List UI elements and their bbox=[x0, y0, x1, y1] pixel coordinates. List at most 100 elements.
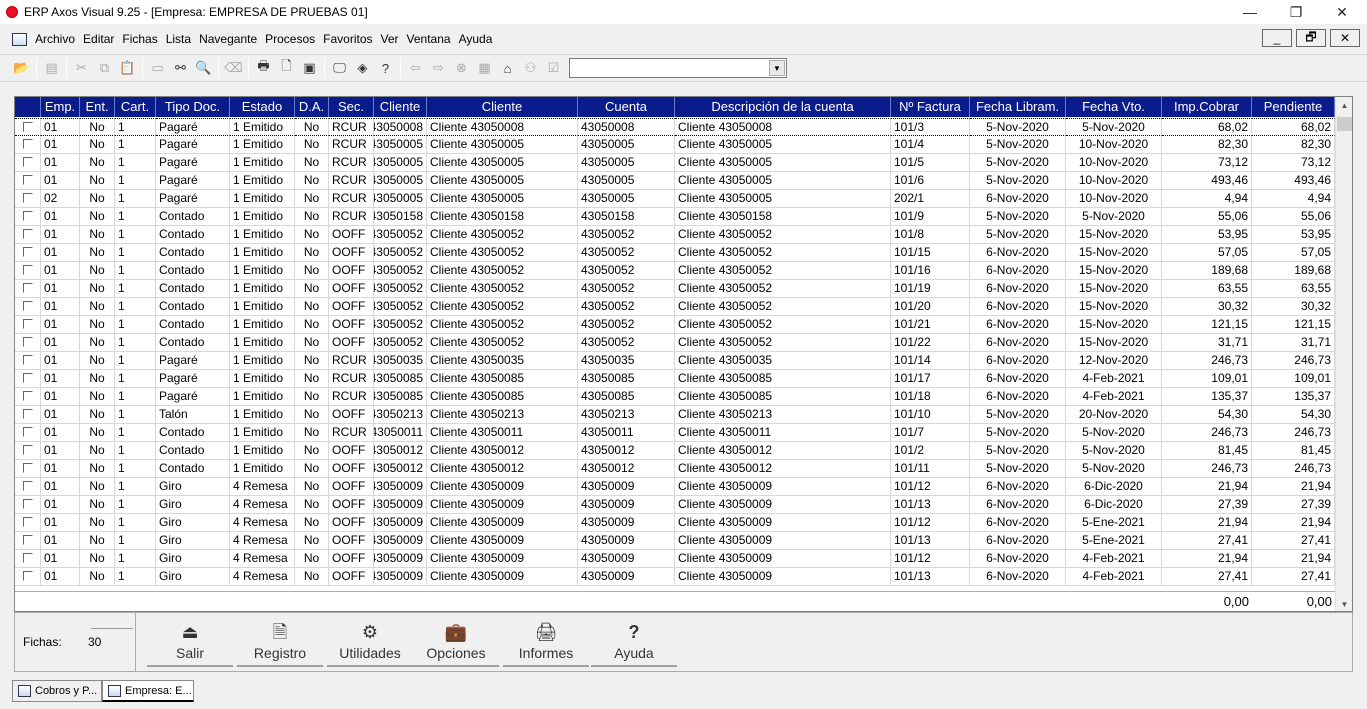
row-checkbox[interactable] bbox=[22, 175, 33, 185]
row-checkbox[interactable] bbox=[22, 535, 33, 545]
table-row[interactable]: 01 No 1 Contado 1 Emitido No OOFF 43050012 Clien… bbox=[15, 460, 1335, 478]
table-row[interactable]: 01 No 1 Giro 4 Remesa No OOFF 43050009 Cliente 4… bbox=[15, 478, 1335, 496]
table-row[interactable]: 01 No 1 Contado 1 Emitido No OOFF 43050052 Clien… bbox=[15, 298, 1335, 316]
arrow-right-icon[interactable]: ⇨ bbox=[427, 57, 450, 79]
row-checkbox[interactable] bbox=[22, 427, 33, 437]
table-row[interactable]: 01 No 1 Giro 4 Remesa No OOFF 43050009 Cliente 4… bbox=[15, 532, 1335, 550]
column-header-ent[interactable]: Ent. bbox=[80, 97, 115, 117]
table-row[interactable]: 02 No 1 Pagaré 1 Emitido No RCUR 43050005 Client… bbox=[15, 190, 1335, 208]
row-checkbox[interactable] bbox=[22, 391, 33, 401]
table-row[interactable]: 01 No 1 Pagaré 1 Emitido No RCUR 43050035 Client… bbox=[15, 352, 1335, 370]
records-grid[interactable]: Emp. Ent. Cart. Tipo Doc. Estado D.A. Sec. Clie… bbox=[14, 96, 1353, 612]
row-checkbox[interactable] bbox=[22, 553, 33, 563]
eraser-icon[interactable]: ⌫ bbox=[222, 57, 245, 79]
calculator-icon[interactable]: ▦ bbox=[473, 57, 496, 79]
mdi-window-icon[interactable] bbox=[12, 32, 27, 46]
properties-icon[interactable]: ▤ bbox=[40, 57, 63, 79]
column-header-fecha-vto[interactable]: Fecha Vto. bbox=[1066, 97, 1162, 117]
column-header-cuenta[interactable]: Cuenta bbox=[578, 97, 675, 117]
tab-empresa[interactable]: Empresa: E... bbox=[102, 680, 194, 702]
tag-icon[interactable]: ◈ bbox=[351, 57, 374, 79]
row-checkbox[interactable] bbox=[22, 265, 33, 275]
salir-button[interactable]: ⏏ Salir bbox=[147, 621, 233, 667]
table-row[interactable]: 01 No 1 Pagaré 1 Emitido No RCUR 43050085 Client… bbox=[15, 388, 1335, 406]
table-row[interactable]: 01 No 1 Contado 1 Emitido No OOFF 43050012 Clien… bbox=[15, 442, 1335, 460]
row-checkbox[interactable] bbox=[22, 355, 33, 365]
minimize-button[interactable]: — bbox=[1227, 0, 1273, 24]
print-icon[interactable]: 🖶 bbox=[252, 57, 275, 79]
row-checkbox[interactable] bbox=[22, 193, 33, 203]
cut-icon[interactable]: ✂ bbox=[70, 57, 93, 79]
column-header-check[interactable] bbox=[15, 97, 41, 117]
row-checkbox[interactable] bbox=[22, 571, 33, 581]
copy-icon[interactable]: ⧉ bbox=[93, 57, 116, 79]
row-checkbox[interactable] bbox=[22, 122, 33, 132]
column-header-da[interactable]: D.A. bbox=[295, 97, 329, 117]
menu-ayuda[interactable]: Ayuda bbox=[455, 29, 497, 49]
table-row[interactable]: 01 No 1 Pagaré 1 Emitido No RCUR 43050005 Client… bbox=[15, 136, 1335, 154]
table-row[interactable]: 01 No 1 Contado 1 Emitido No RCUR 43050158 Clien… bbox=[15, 208, 1335, 226]
table-row[interactable]: 01 No 1 Contado 1 Emitido No OOFF 43050052 Clien… bbox=[15, 262, 1335, 280]
menu-fichas[interactable]: Fichas bbox=[118, 29, 161, 49]
vertical-scrollbar[interactable]: ▲ ▼ bbox=[1335, 97, 1352, 611]
restore-button[interactable]: ❐ bbox=[1273, 0, 1319, 24]
informes-button[interactable]: 🖨 Informes bbox=[503, 621, 589, 667]
column-header-tipo-doc[interactable]: Tipo Doc. bbox=[156, 97, 230, 117]
table-row[interactable]: 01 No 1 Contado 1 Emitido No OOFF 43050052 Clien… bbox=[15, 280, 1335, 298]
column-header-pendiente[interactable]: Pendiente bbox=[1252, 97, 1335, 117]
row-checkbox[interactable] bbox=[22, 409, 33, 419]
menu-editar[interactable]: Editar bbox=[79, 29, 118, 49]
row-checkbox[interactable] bbox=[22, 157, 33, 167]
row-checkbox[interactable] bbox=[22, 463, 33, 473]
menu-ventana[interactable]: Ventana bbox=[403, 29, 455, 49]
close-button[interactable]: ✕ bbox=[1319, 0, 1365, 24]
registro-button[interactable]: 🗎 Registro bbox=[237, 621, 323, 667]
scroll-up-icon[interactable]: ▲ bbox=[1336, 97, 1352, 114]
utilidades-button[interactable]: ⚙ Utilidades bbox=[327, 621, 413, 667]
mdi-close-button[interactable]: ✕ bbox=[1330, 29, 1360, 47]
binoculars-icon[interactable]: ⚯ bbox=[169, 57, 192, 79]
table-row[interactable]: 01 No 1 Giro 4 Remesa No OOFF 43050009 Cliente 4… bbox=[15, 568, 1335, 586]
column-header-imp-cobrar[interactable]: Imp.Cobrar bbox=[1162, 97, 1252, 117]
toolbar-combo[interactable]: ▼ bbox=[569, 58, 787, 78]
table-row[interactable]: 01 No 1 Contado 1 Emitido No RCUR 43050011 Clien… bbox=[15, 424, 1335, 442]
help-icon[interactable]: ? bbox=[374, 57, 397, 79]
paste-icon[interactable]: 📋 bbox=[116, 57, 139, 79]
ayuda-button[interactable]: ? Ayuda bbox=[591, 621, 677, 667]
table-row[interactable]: 01 No 1 Contado 1 Emitido No OOFF 43050052 Clien… bbox=[15, 226, 1335, 244]
menu-favoritos[interactable]: Favoritos bbox=[319, 29, 376, 49]
scroll-thumb[interactable] bbox=[1337, 117, 1352, 131]
table-row[interactable]: 01 No 1 Giro 4 Remesa No OOFF 43050009 Cliente 4… bbox=[15, 514, 1335, 532]
window-icon[interactable]: ▭ bbox=[146, 57, 169, 79]
export-icon[interactable]: ▣ bbox=[298, 57, 321, 79]
column-header-descripcion[interactable]: Descripción de la cuenta bbox=[675, 97, 891, 117]
row-checkbox[interactable] bbox=[22, 319, 33, 329]
table-row[interactable]: 01 No 1 Pagaré 1 Emitido No RCUR 43050008 Client… bbox=[15, 118, 1335, 136]
monitor-icon[interactable]: 🖵 bbox=[328, 57, 351, 79]
print-preview-icon[interactable]: 🗋 bbox=[275, 57, 298, 79]
table-row[interactable]: 01 No 1 Pagaré 1 Emitido No RCUR 43050085 Client… bbox=[15, 370, 1335, 388]
mdi-restore-button[interactable]: 🗗 bbox=[1296, 29, 1326, 47]
table-row[interactable]: 01 No 1 Giro 4 Remesa No OOFF 43050009 Cliente 4… bbox=[15, 550, 1335, 568]
column-header-cliente-code[interactable]: Cliente bbox=[374, 97, 427, 117]
column-header-cliente-name[interactable]: Cliente bbox=[427, 97, 578, 117]
arrow-left-icon[interactable]: ⇦ bbox=[404, 57, 427, 79]
home-icon[interactable]: ⌂ bbox=[496, 57, 519, 79]
table-row[interactable]: 01 No 1 Pagaré 1 Emitido No RCUR 43050005 Client… bbox=[15, 154, 1335, 172]
column-header-factura[interactable]: Nº Factura bbox=[891, 97, 970, 117]
column-header-cart[interactable]: Cart. bbox=[115, 97, 156, 117]
row-checkbox[interactable] bbox=[22, 445, 33, 455]
row-checkbox[interactable] bbox=[22, 283, 33, 293]
row-checkbox[interactable] bbox=[22, 481, 33, 491]
form-icon[interactable]: ☑ bbox=[542, 57, 565, 79]
table-row[interactable]: 01 No 1 Contado 1 Emitido No OOFF 43050052 Clien… bbox=[15, 316, 1335, 334]
row-checkbox[interactable] bbox=[22, 337, 33, 347]
column-header-estado[interactable]: Estado bbox=[230, 97, 295, 117]
row-checkbox[interactable] bbox=[22, 247, 33, 257]
opciones-button[interactable]: 💼 Opciones bbox=[413, 621, 499, 667]
menu-navegante[interactable]: Navegante bbox=[195, 29, 261, 49]
tab-cobros[interactable]: Cobros y P... bbox=[12, 680, 102, 702]
menu-archivo[interactable]: Archivo bbox=[31, 29, 79, 49]
table-row[interactable]: 01 No 1 Pagaré 1 Emitido No RCUR 43050005 Client… bbox=[15, 172, 1335, 190]
table-row[interactable]: 01 No 1 Contado 1 Emitido No OOFF 43050052 Clien… bbox=[15, 244, 1335, 262]
